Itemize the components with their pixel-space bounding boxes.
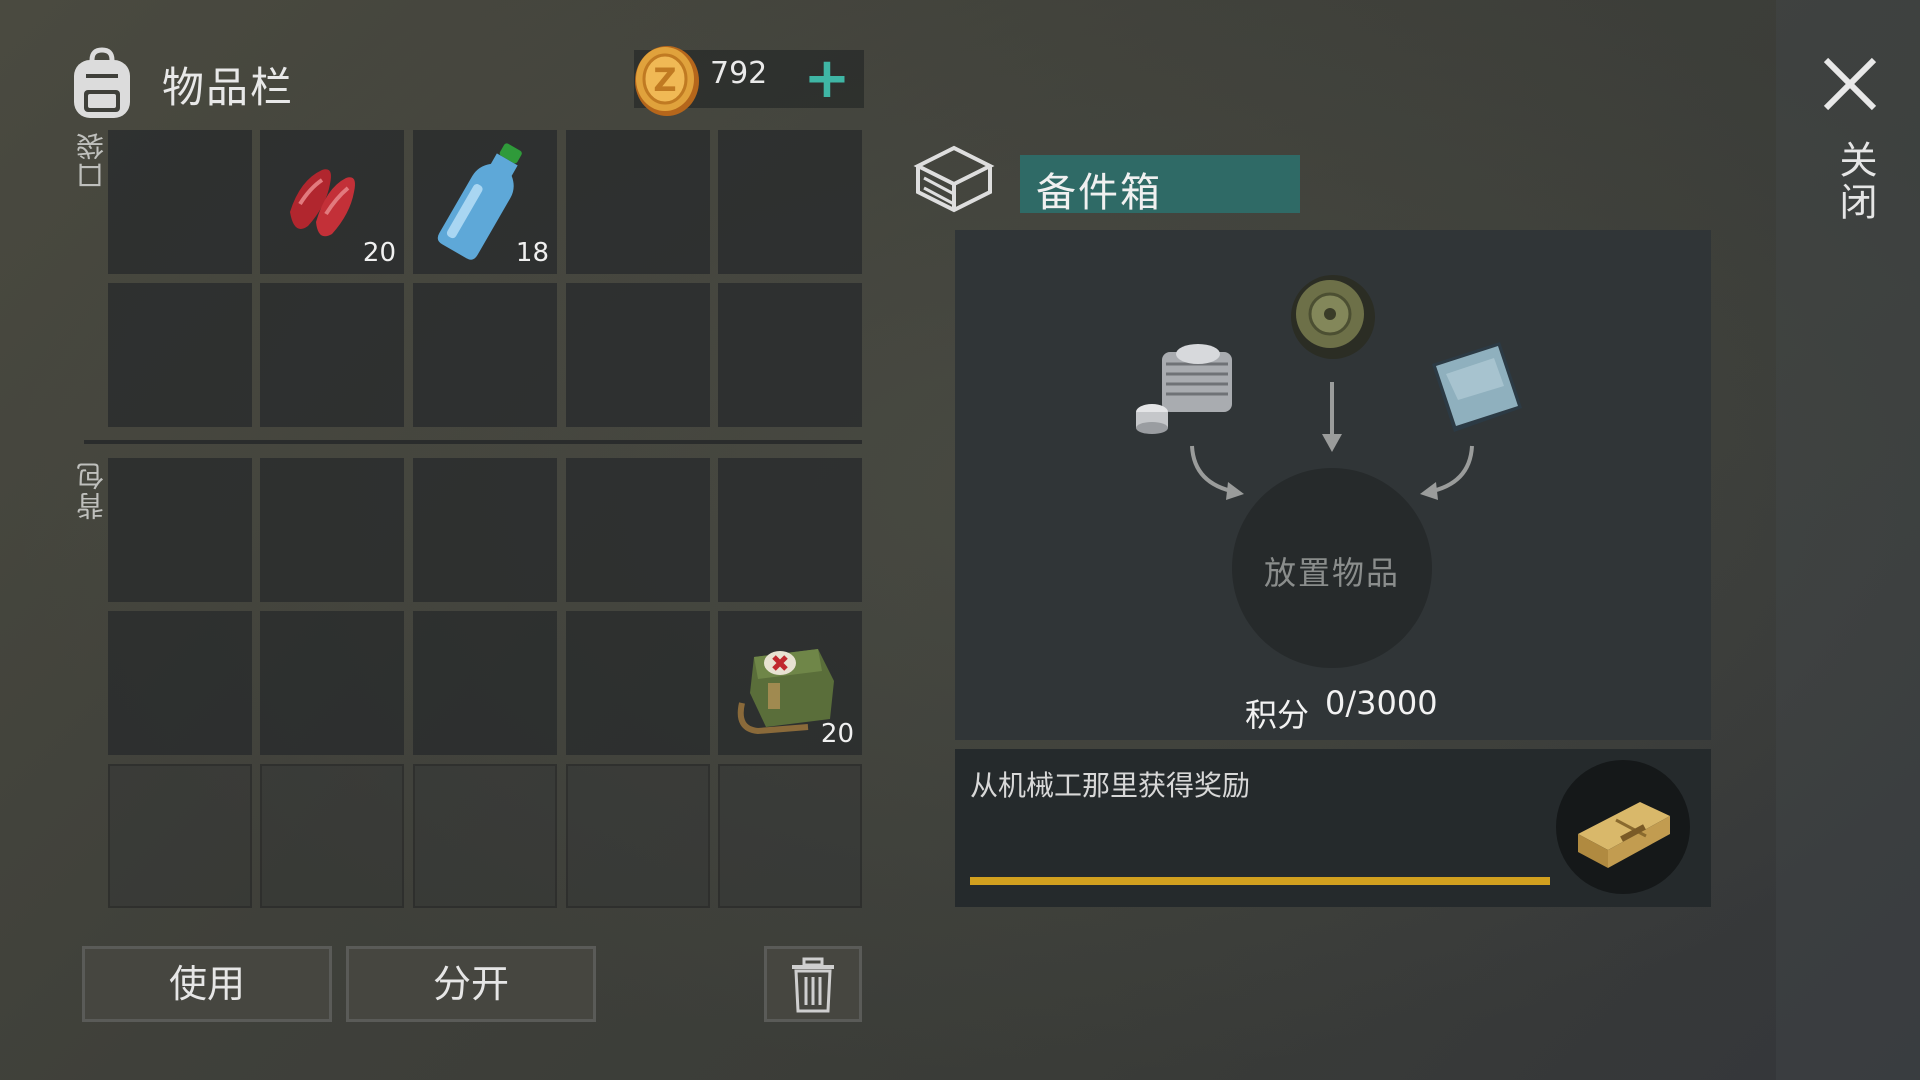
inventory-title: 物品栏 [162,62,295,112]
pocket-slot[interactable] [566,283,710,427]
use-button[interactable]: 使用 [82,946,332,1022]
pocket-slot[interactable] [718,283,862,427]
reward-progress-fill [970,877,1550,885]
parts-box-icon [913,145,995,213]
svg-text:Z: Z [653,61,676,99]
backpack-locked-slot [566,764,710,908]
backpack-locked-slot [718,764,862,908]
backpack-slot[interactable]: 20 [718,611,862,755]
backpack-slot[interactable] [413,458,557,602]
currency-value: 792 [710,56,768,91]
close-label[interactable]: 关闭 [1828,140,1883,224]
section-divider [84,440,862,444]
pocket-slot[interactable]: 18 [413,130,557,274]
inventory-header: 物品栏 [66,36,294,132]
backpack-slot[interactable] [566,611,710,755]
drop-item-label: 放置物品 [1263,554,1400,592]
pocket-slot[interactable] [108,130,252,274]
pocket-slot[interactable] [718,130,862,274]
backpack-section-label: 背包 [75,460,108,520]
backpack-slot[interactable] [260,458,404,602]
split-button[interactable]: 分开 [346,946,596,1022]
item-count: 20 [820,719,854,749]
pocket-slot[interactable] [260,283,404,427]
reward-progress-bar [970,877,1550,885]
backpack-slot[interactable] [260,611,404,755]
backpack-slot[interactable] [108,611,252,755]
close-icon[interactable] [1818,52,1882,116]
backpack-locked-slot [413,764,557,908]
wheel-icon [1291,275,1375,359]
backpack-locked-slot [108,764,252,908]
weapon-crate-icon [1578,802,1670,868]
pocket-slot[interactable]: 20 [260,130,404,274]
backpack-locked-slot [260,764,404,908]
add-currency-button[interactable]: + [800,51,854,107]
reward-icon-container[interactable] [1556,760,1690,894]
backpack-slot[interactable] [108,458,252,602]
coin-icon: Z [635,46,699,116]
backpack-slot[interactable] [718,458,862,602]
pocket-slot[interactable] [566,130,710,274]
trash-icon [792,957,834,1013]
reward-description: 从机械工那里获得奖励 [970,769,1251,802]
parts-box-title: 备件箱 [1036,170,1162,216]
pocket-slot[interactable] [413,283,557,427]
item-count: 20 [362,238,396,268]
pocket-section-label: 口袋 [75,130,108,190]
backpack-slot[interactable] [413,611,557,755]
item-count: 18 [515,238,549,268]
score-label: 积分 [1245,696,1310,734]
pocket-slot[interactable] [108,283,252,427]
backpack-slot[interactable] [566,458,710,602]
backpack-icon [74,47,130,118]
trash-button[interactable] [764,946,862,1022]
score-value: 0/3000 [1325,684,1438,722]
